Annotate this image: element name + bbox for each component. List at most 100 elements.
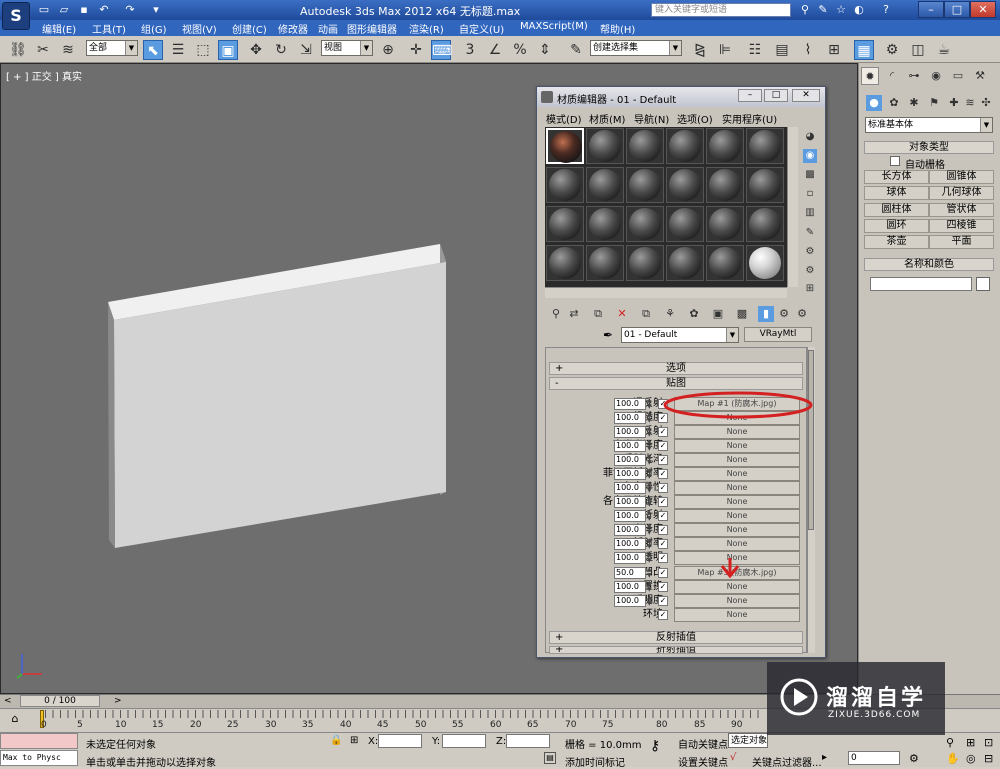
spinner-icon[interactable]: ▲ ▼ [647, 482, 653, 494]
sample-slot[interactable] [746, 206, 784, 242]
map-enable-checkbox[interactable]: ✓ [658, 553, 668, 563]
map-enable-checkbox[interactable]: ✓ [658, 427, 668, 437]
spinner-icon[interactable]: ▲ ▼ [647, 398, 653, 410]
maxscript-mini-listener[interactable] [0, 733, 78, 749]
map-slot-button[interactable]: None [674, 608, 800, 622]
menu-modifiers[interactable]: 修改器 [278, 21, 308, 36]
map-amount-input[interactable]: 100.0 [614, 412, 646, 424]
sample-slot[interactable] [546, 206, 584, 242]
map-amount-input[interactable]: 100.0 [614, 454, 646, 466]
box-object[interactable] [100, 240, 450, 552]
assign-to-selection-icon[interactable]: ⧉ [590, 306, 606, 322]
star-icon[interactable]: ☆ [833, 2, 849, 17]
close-button[interactable]: ✕ [970, 1, 996, 18]
map-amount-input[interactable]: 100.0 [614, 496, 646, 508]
object-type-rollout[interactable]: 对象类型 [864, 141, 994, 154]
sample-slot[interactable] [666, 128, 704, 164]
menu-views[interactable]: 视图(V) [182, 21, 217, 36]
maxscript-output[interactable]: Max to Physc [0, 750, 78, 766]
helpers-icon[interactable]: ✚ [946, 95, 962, 111]
sample-slot[interactable] [666, 167, 704, 203]
spinner-icon[interactable]: ▲ ▼ [647, 552, 653, 564]
put-to-library-icon[interactable]: ✿ [686, 306, 702, 322]
spinner-icon[interactable]: ▲ ▼ [647, 524, 653, 536]
spinner-icon[interactable]: ▲ ▼ [647, 581, 653, 593]
utilities-tab-icon[interactable]: ⚒ [971, 67, 989, 85]
lights-icon[interactable]: ✱ [906, 95, 922, 111]
me-maximize-button[interactable]: □ [764, 89, 788, 102]
hierarchy-tab-icon[interactable]: ⊶ [905, 67, 923, 85]
map-slot-button[interactable]: None [674, 523, 800, 537]
sample-slot[interactable] [706, 128, 744, 164]
map-slot-button[interactable]: None [674, 580, 800, 594]
map-amount-input[interactable]: 100.0 [614, 398, 646, 410]
eyedropper-icon[interactable]: ✒ [603, 328, 613, 342]
key-curve-icon[interactable]: √ [730, 752, 736, 763]
map-amount-input[interactable]: 100.0 [614, 552, 646, 564]
pyramid-button[interactable]: 四棱锥 [929, 219, 994, 233]
map-enable-checkbox[interactable]: ✓ [658, 455, 668, 465]
scale-icon[interactable]: ⇲ [296, 40, 316, 60]
help-icon[interactable]: ? [878, 2, 894, 17]
map-amount-input[interactable]: 100.0 [614, 440, 646, 452]
material-editor-icon[interactable]: ▦ [854, 40, 874, 60]
spinner-icon[interactable]: ▲ ▼ [647, 426, 653, 438]
make-unique-icon[interactable]: ⚘ [662, 306, 678, 322]
map-enable-checkbox[interactable]: ✓ [658, 525, 668, 535]
sample-slot[interactable] [626, 128, 664, 164]
graphite-tools-icon[interactable]: ▤ [772, 40, 792, 60]
backlight-icon[interactable]: ◉ [803, 149, 817, 163]
map-slot-button[interactable]: None [674, 537, 800, 551]
scrollbar-thumb[interactable] [808, 350, 814, 530]
spinner-icon[interactable]: ▲ ▼ [647, 538, 653, 550]
systems-icon[interactable]: ✣ [978, 95, 994, 111]
make-copy-icon[interactable]: ⧉ [638, 306, 654, 322]
align-icon[interactable]: ⊫ [715, 40, 735, 60]
select-by-material-icon[interactable]: ⚙ [803, 264, 817, 278]
sample-slot[interactable] [626, 245, 664, 281]
slots-horizontal-scrollbar[interactable] [545, 287, 787, 298]
material-id-channel-icon[interactable]: ▣ [710, 306, 726, 322]
menu-group[interactable]: 组(G) [141, 21, 167, 36]
next-frame-icon[interactable]: > [114, 696, 122, 706]
spinner-snap-icon[interactable]: ⇕ [535, 40, 555, 60]
map-enable-checkbox[interactable]: ✓ [658, 441, 668, 451]
binoculars-icon[interactable]: ⚲ [797, 2, 813, 17]
box-button[interactable]: 长方体 [864, 170, 929, 184]
spinner-icon[interactable]: ▲ ▼ [647, 496, 653, 508]
geosphere-button[interactable]: 几何球体 [929, 186, 994, 200]
refract-interp-rollout[interactable]: + 折射插值 [549, 646, 803, 654]
spinner-icon[interactable]: ▲ ▼ [647, 440, 653, 452]
map-amount-input[interactable]: 100.0 [614, 595, 646, 607]
map-slot-button[interactable]: None [674, 495, 800, 509]
map-slot-button[interactable]: None [674, 453, 800, 467]
reset-map-icon[interactable]: ✕ [614, 306, 630, 322]
map-slot-button[interactable]: None [674, 594, 800, 608]
layer-manager-icon[interactable]: ☷ [745, 40, 765, 60]
sample-slot-white[interactable] [746, 245, 784, 281]
angle-snap-icon[interactable]: ∠ [485, 40, 505, 60]
sample-slot[interactable] [586, 206, 624, 242]
map-enable-checkbox[interactable]: ✓ [658, 568, 668, 578]
app-logo-icon[interactable]: S [2, 2, 30, 30]
sample-slot[interactable] [706, 206, 744, 242]
sample-slot[interactable] [546, 167, 584, 203]
go-forward-sibling-icon[interactable]: ⚙ [794, 306, 810, 322]
current-frame-input[interactable]: 0 [848, 751, 900, 765]
map-amount-input[interactable]: 100.0 [614, 468, 646, 480]
dropdown-icon[interactable]: ▾ [148, 2, 164, 17]
me-close-button[interactable]: ✕ [792, 89, 820, 102]
key-icon[interactable]: ⚷ [650, 738, 660, 754]
menu-graph-editors[interactable]: 图形编辑器 [347, 21, 397, 36]
menu-customize[interactable]: 自定义(U) [459, 21, 504, 36]
schematic-view-icon[interactable]: ⊞ [824, 40, 844, 60]
material-name-field[interactable]: 01 - Default ▼ [621, 327, 739, 343]
menu-help[interactable]: 帮助(H) [600, 21, 635, 36]
link-icon[interactable]: ⛓ [8, 40, 28, 60]
time-config-icon[interactable]: ⚙ [909, 752, 919, 765]
zoom-extents-icon[interactable]: ⊡ [984, 736, 993, 749]
rotate-icon[interactable]: ↻ [271, 40, 291, 60]
sample-slot[interactable] [626, 206, 664, 242]
key-mode-icon[interactable]: ▸ [822, 752, 827, 763]
video-color-check-icon[interactable]: ▥ [803, 206, 817, 220]
